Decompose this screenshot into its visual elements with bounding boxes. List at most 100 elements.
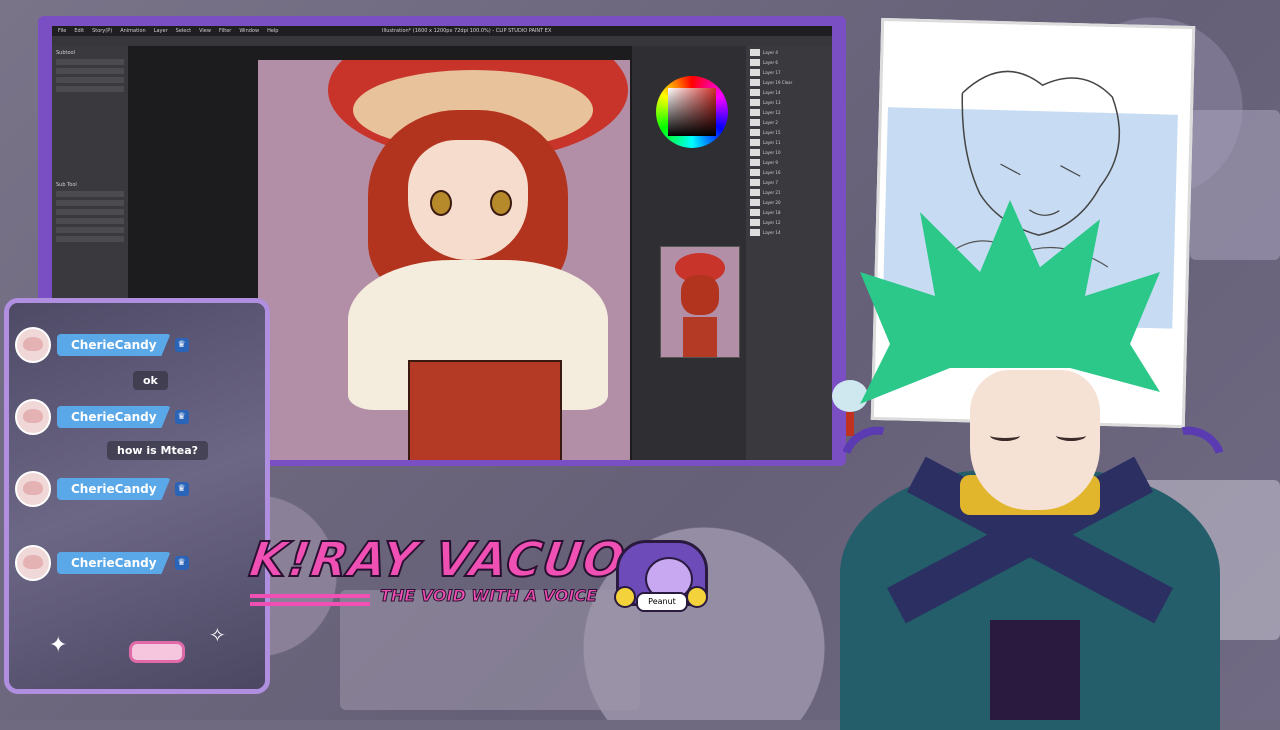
layer-name: Layer 7 (763, 179, 778, 185)
car-wheel (614, 586, 636, 608)
avatar (15, 471, 51, 507)
car-plate: Peanut (636, 592, 688, 612)
subtool-item[interactable] (56, 236, 124, 242)
layer-thumbnail (750, 48, 760, 56)
layer-name: Layer 18 (763, 209, 781, 215)
menu-select[interactable]: Select (176, 26, 191, 36)
menu-help[interactable]: Help (267, 26, 278, 36)
menu-window[interactable]: Window (239, 26, 259, 36)
tool-property-row[interactable] (56, 77, 124, 83)
chat-username: CherieCandy (57, 334, 171, 356)
layer-row[interactable]: Layer 12 (750, 218, 828, 226)
layer-name: Layer 13 (763, 99, 781, 105)
left-eye-shape (430, 190, 452, 216)
menu-file[interactable]: File (58, 26, 66, 36)
menu-filter[interactable]: Filter (219, 26, 231, 36)
navigator-thumbnail[interactable] (660, 246, 740, 358)
crown-badge-icon: ♛ (174, 482, 189, 496)
layer-thumbnail (750, 118, 760, 126)
layer-thumbnail (750, 108, 760, 116)
layer-thumbnail (750, 78, 760, 86)
car-mascot: Peanut (612, 500, 712, 628)
layer-row[interactable]: Layer 10 (750, 148, 828, 156)
layer-name: Layer 2 (763, 119, 778, 125)
layer-name: Layer 6 (763, 59, 778, 65)
saturation-value-square[interactable] (668, 88, 716, 136)
layer-row[interactable]: Layer 14 (750, 88, 828, 96)
chat-message: CherieCandy ♛ (15, 327, 189, 363)
menu-story[interactable]: Story(P) (92, 26, 112, 36)
layer-row[interactable]: Layer 6 (750, 58, 828, 66)
layer-row[interactable]: Layer 15 (750, 128, 828, 136)
avatar-horn (1150, 415, 1236, 497)
layer-row[interactable]: Layer 17 (750, 68, 828, 76)
subtool-list-header: Sub Tool (56, 182, 77, 188)
layer-name: Layer 17 (763, 69, 781, 75)
menu-layer[interactable]: Layer (154, 26, 168, 36)
layer-thumbnail (750, 158, 760, 166)
layer-name: Layer 21 (763, 189, 781, 195)
layer-thumbnail (750, 138, 760, 146)
menu-edit[interactable]: Edit (74, 26, 84, 36)
menu-view[interactable]: View (199, 26, 211, 36)
avatar-horn (830, 415, 916, 497)
artwork-canvas[interactable] (258, 60, 630, 460)
channel-logo: K!RAY VACUO THE VOID WITH A VOICE (245, 531, 630, 606)
layer-name: Layer 12 (763, 109, 781, 115)
subtool-item[interactable] (56, 209, 124, 215)
color-navigator-panel (632, 46, 746, 460)
avatar-face (970, 370, 1100, 510)
layer-name: Layer 14 (763, 229, 781, 235)
layer-row[interactable]: Layer 19 Clear (750, 78, 828, 86)
layer-thumbnail (750, 58, 760, 66)
layer-row[interactable]: Layer 11 (750, 138, 828, 146)
logo-subtitle: THE VOID WITH A VOICE (379, 586, 598, 606)
crown-badge-icon: ♛ (174, 556, 189, 570)
crown-badge-icon: ♛ (174, 410, 189, 424)
layer-row[interactable]: Layer 12 (750, 108, 828, 116)
layer-row[interactable]: Layer 9 (750, 158, 828, 166)
right-eye-shape (490, 190, 512, 216)
chat-message-text: ok (133, 371, 168, 390)
subtool-item[interactable] (56, 191, 124, 197)
layer-thumbnail (750, 198, 760, 206)
layer-thumbnail (750, 68, 760, 76)
layer-thumbnail (750, 208, 760, 216)
subtool-item[interactable] (56, 218, 124, 224)
layer-thumbnail (750, 98, 760, 106)
layer-row[interactable]: Layer 4 (750, 48, 828, 56)
layer-name: Layer 10 (763, 149, 781, 155)
chat-message-text: how is Mtea? (107, 441, 208, 460)
tool-property-row[interactable] (56, 59, 124, 65)
layer-name: Layer 19 Clear (763, 79, 793, 85)
layer-row[interactable]: Layer 14 (750, 228, 828, 236)
chat-box: CherieCandy ♛ ok CherieCandy ♛ how is Mt… (4, 298, 270, 694)
subtool-item[interactable] (56, 227, 124, 233)
layer-row[interactable]: Layer 13 (750, 98, 828, 106)
layer-row[interactable]: Layer 21 (750, 188, 828, 196)
subtool-item[interactable] (56, 200, 124, 206)
tool-property-row[interactable] (56, 86, 124, 92)
layer-row[interactable]: Layer 18 (750, 208, 828, 216)
avatar (15, 545, 51, 581)
layer-thumbnail (750, 178, 760, 186)
logo-title: K!RAY VACUO (245, 531, 630, 589)
subtool-header: Subtool (56, 50, 75, 56)
layer-row[interactable]: Layer 16 (750, 168, 828, 176)
chat-message: CherieCandy ♛ (15, 399, 189, 435)
layer-row[interactable]: Layer 7 (750, 178, 828, 186)
bg-comic-panel (340, 590, 640, 710)
tool-property-row[interactable] (56, 68, 124, 74)
chat-message: CherieCandy ♛ (15, 471, 189, 507)
layer-row[interactable]: Layer 2 (750, 118, 828, 126)
layer-row[interactable]: Layer 20 (750, 198, 828, 206)
layer-thumbnail (750, 148, 760, 156)
document-title: Illustration* (1600 x 1200px 72dpi 100.0… (382, 28, 552, 34)
star-icon: ✦ (49, 633, 68, 658)
chat-username: CherieCandy (57, 552, 171, 574)
layer-name: Layer 12 (763, 219, 781, 225)
star-icon: ✧ (209, 623, 226, 647)
avatar (15, 399, 51, 435)
layer-thumbnail (750, 228, 760, 236)
menu-animation[interactable]: Animation (120, 26, 146, 36)
